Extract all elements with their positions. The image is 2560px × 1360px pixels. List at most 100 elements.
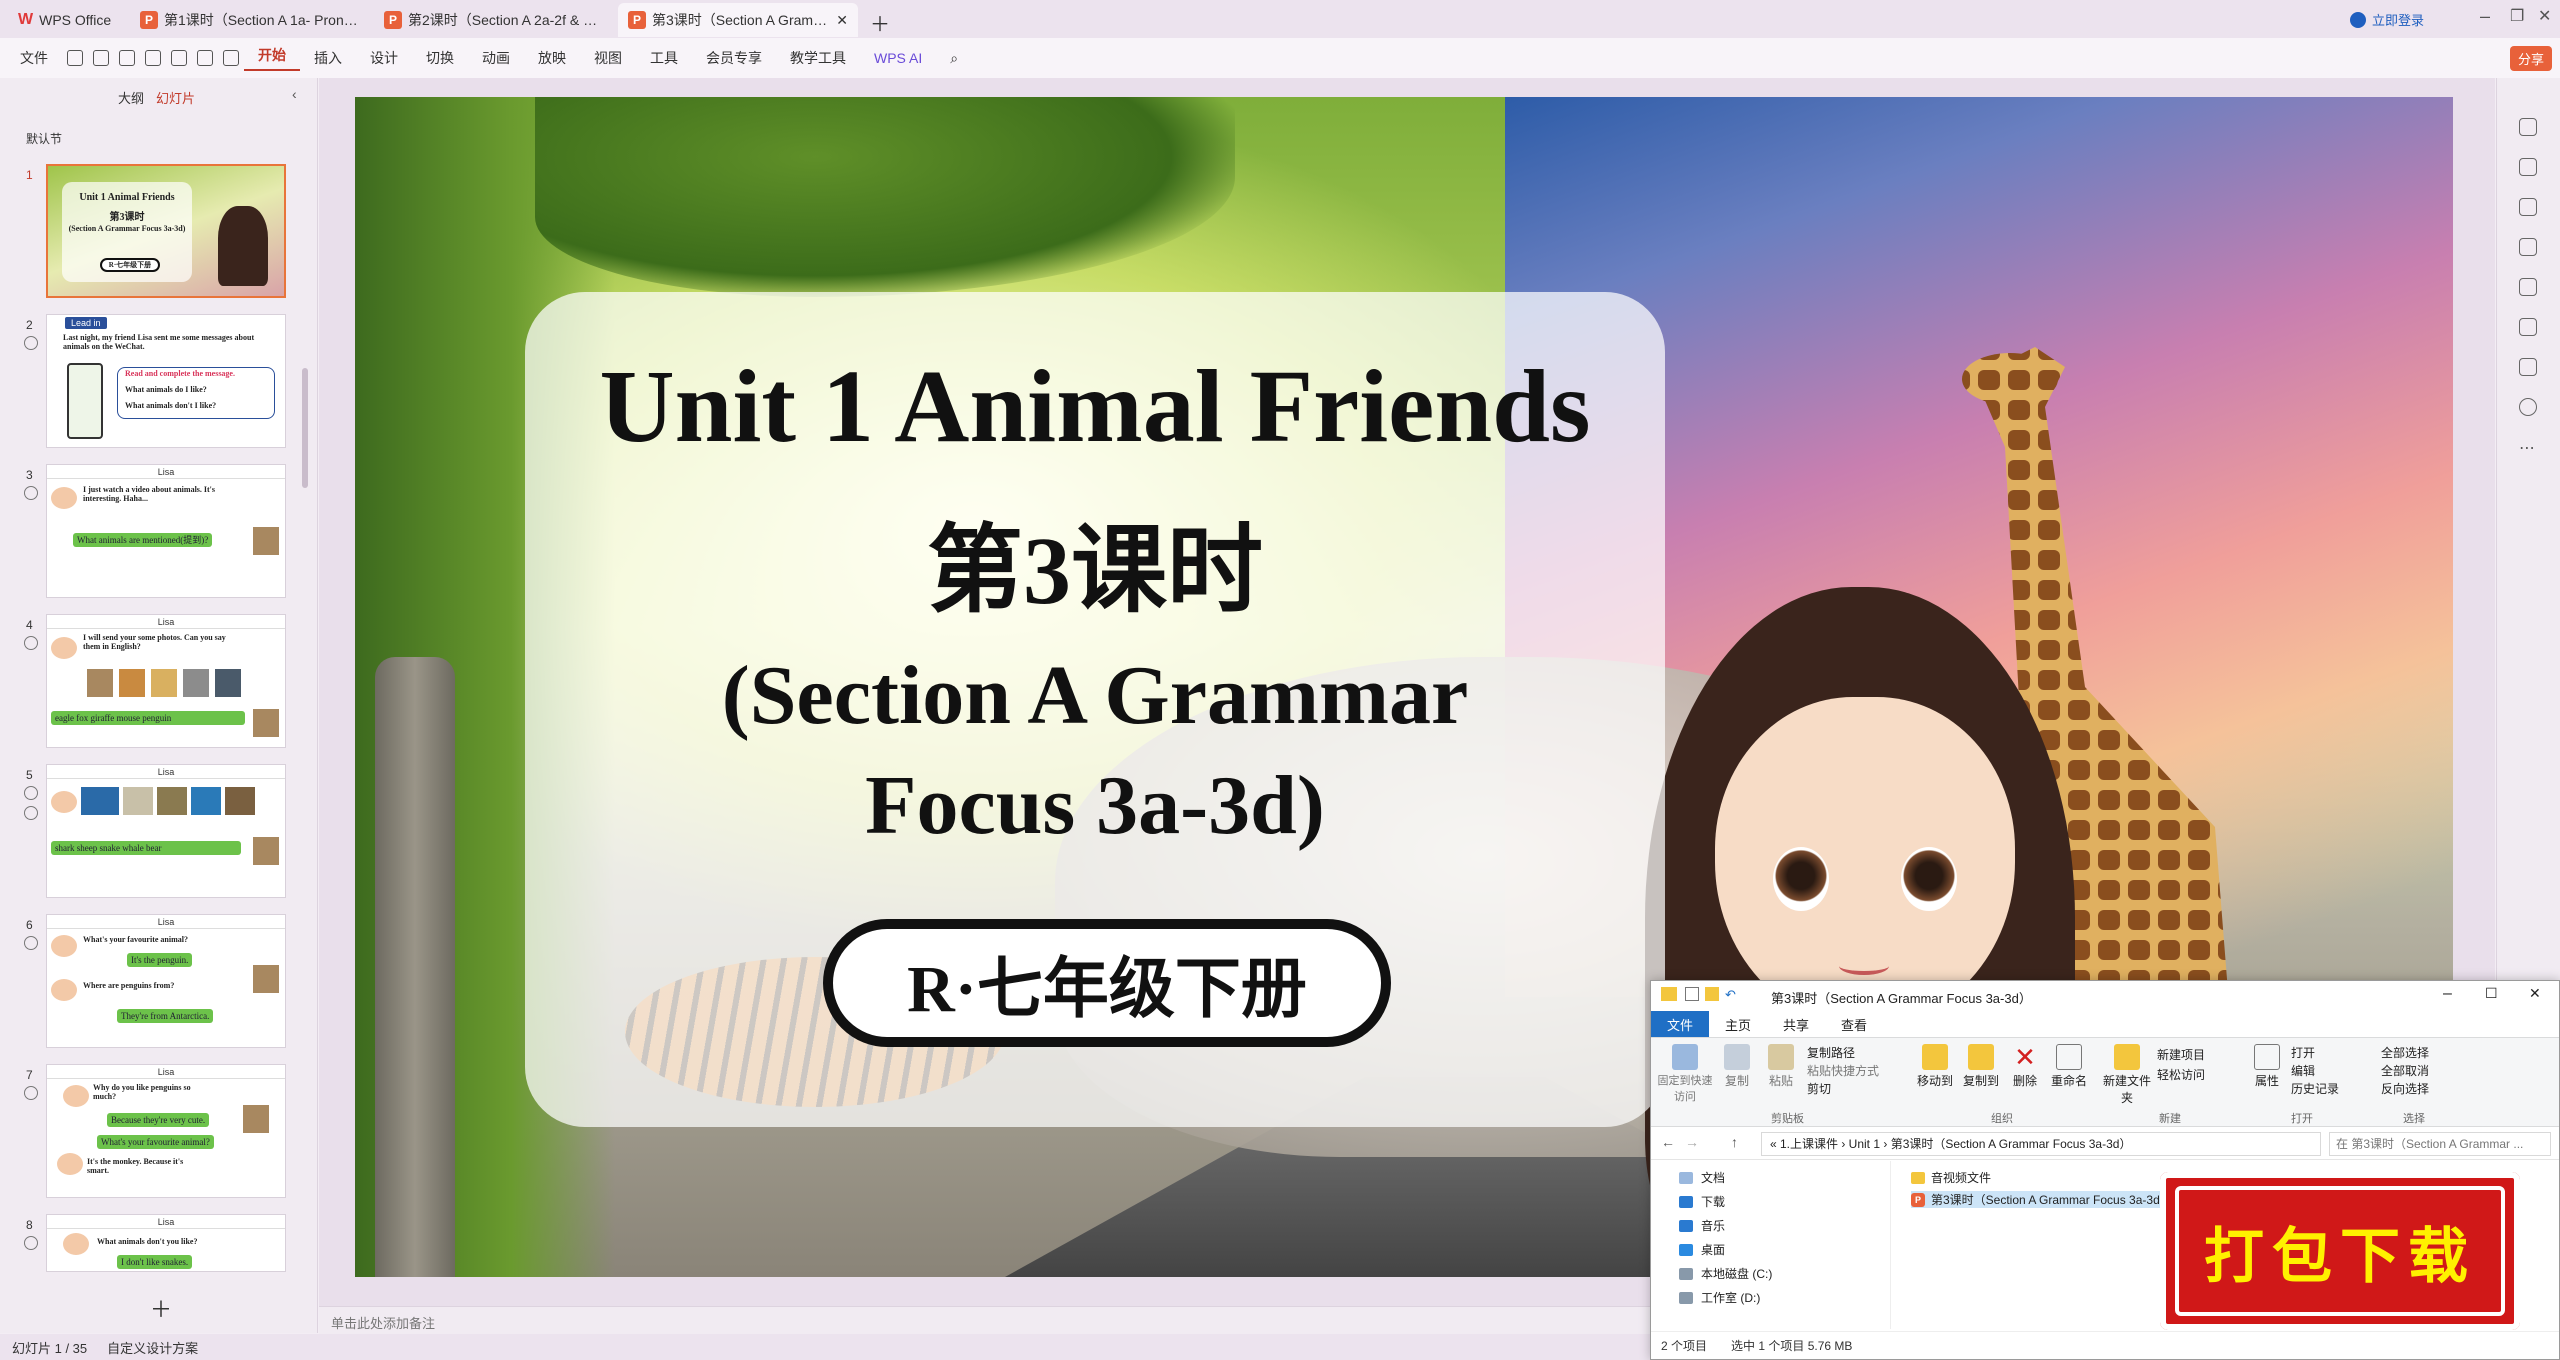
close-icon[interactable]: ✕ [2529,985,2541,1002]
nav-drive-d[interactable]: 工作室 (D:) [1679,1289,1760,1306]
search-icon[interactable]: ⌕ [936,50,972,67]
invert-selection-button[interactable]: 反向选择 [2381,1080,2429,1097]
menu-member[interactable]: 会员专享 [692,48,776,68]
copy-to-button[interactable]: 复制到 [1959,1044,2003,1089]
star-icon[interactable] [24,636,38,650]
design-scheme[interactable]: 自定义设计方案 [107,1338,198,1357]
paste-button[interactable]: 粘贴 [1761,1044,1801,1089]
star-icon[interactable] [24,786,38,800]
undo-icon[interactable]: ↶ [1725,987,1736,1003]
select-all-button[interactable]: 全部选择 [2381,1044,2429,1061]
slide-thumb-5[interactable]: Lisa shark sheep snake whale bear [46,764,286,898]
new-folder-icon[interactable] [1705,987,1719,1001]
slide-thumb-7[interactable]: Lisa Why do you like penguins so much? B… [46,1064,286,1198]
help-icon[interactable] [2519,398,2537,416]
restore-icon[interactable]: ❐ [2510,6,2524,26]
menu-transition[interactable]: 切换 [412,48,468,68]
move-to-button[interactable]: 移动到 [1913,1044,1957,1089]
menu-design[interactable]: 设计 [356,48,412,68]
slide-thumb-4[interactable]: Lisa I will send your some photos. Can y… [46,614,286,748]
more-icon[interactable]: ⋯ [2519,438,2535,458]
properties-icon[interactable] [1685,987,1699,1001]
tab-home[interactable]: 主页 [1709,1011,1767,1037]
search-input[interactable]: 在 第3课时（Section A Grammar ... [2329,1132,2551,1156]
menu-home[interactable]: 开始 [244,45,300,71]
slide-section-line1[interactable]: (Section A Grammar [525,647,1665,744]
slide-title[interactable]: Unit 1 Animal Friends [525,347,1665,466]
shape-icon[interactable] [2519,238,2537,256]
nav-drive-c[interactable]: 本地磁盘 (C:) [1679,1265,1772,1282]
login-button[interactable]: 立即登录 [2350,10,2424,29]
slide-section-line2[interactable]: Focus 3a-3d) [525,757,1665,854]
nav-desktop[interactable]: 桌面 [1679,1241,1725,1258]
magic-icon[interactable] [2519,278,2537,296]
share-button[interactable]: 分享 [2510,46,2553,71]
star-icon[interactable] [24,336,38,350]
new-tab-icon[interactable]: ＋ [870,8,890,37]
star-icon[interactable] [24,1236,38,1250]
collapse-panel-icon[interactable]: ‹ [292,86,297,102]
tab-slides[interactable]: 幻灯片 [156,88,195,107]
tab-share[interactable]: 共享 [1767,1011,1825,1037]
doc-tab-2[interactable]: P 第2课时（Section A 2a-2f & Pronunciation） [374,3,614,37]
easy-access-button[interactable]: 轻松访问 [2157,1066,2205,1083]
nav-music[interactable]: 音乐 [1679,1217,1725,1234]
redo-icon[interactable] [197,50,213,66]
copy-button[interactable]: 复制 [1717,1044,1757,1089]
doc-tab-3-active[interactable]: P 第3课时（Section A Grammar Focus 3a-3d） ✕ [618,3,858,37]
audio-icon[interactable] [24,806,38,820]
menu-file[interactable]: 文件 [0,48,62,68]
menu-animation[interactable]: 动画 [468,48,524,68]
star-icon[interactable] [24,936,38,950]
menu-tools[interactable]: 工具 [636,48,692,68]
history-button[interactable]: 历史记录 [2291,1080,2339,1097]
minimize-icon[interactable]: – [2443,985,2452,1003]
nav-documents[interactable]: 文档 [1679,1169,1725,1186]
panel-scrollbar[interactable] [302,368,308,488]
maximize-icon[interactable]: ☐ [2485,985,2498,1002]
doc-tab-1[interactable]: P 第1课时（Section A 1a- Pronunciation） [130,3,370,37]
slide-thumb-1[interactable]: Unit 1 Animal Friends 第3课时 (Section A Gr… [46,164,286,298]
menu-slideshow[interactable]: 放映 [524,48,580,68]
copy-path-button[interactable]: 复制路径 [1807,1044,1855,1061]
settings-icon[interactable] [2519,118,2537,136]
properties-button[interactable]: 属性 [2249,1044,2285,1089]
new-item-button[interactable]: 新建项目 [2157,1046,2205,1063]
address-path[interactable]: « 1.上课课件 › Unit 1 › 第3课时（Section A Gramm… [1761,1132,2321,1156]
menu-insert[interactable]: 插入 [300,48,356,68]
star-icon[interactable] [24,486,38,500]
slide-thumb-3[interactable]: Lisa I just watch a video about animals.… [46,464,286,598]
delete-button[interactable]: ✕ 删除 [2007,1044,2043,1089]
close-icon[interactable]: ✕ [836,12,848,29]
star-icon[interactable] [24,1086,38,1100]
edit-button[interactable]: 编辑 [2291,1062,2315,1079]
menu-view[interactable]: 视图 [580,48,636,68]
open-icon[interactable] [93,50,109,66]
copy-icon[interactable] [2519,198,2537,216]
file-item-media-folder[interactable]: 音视频文件 [1911,1169,1991,1186]
preview-icon[interactable] [145,50,161,66]
star-icon[interactable] [2519,158,2537,176]
new-folder-button[interactable]: 新建文件夹 [2103,1044,2151,1106]
pin-quick-access-button[interactable]: 固定到快速访问 [1657,1044,1713,1104]
paste-shortcut-button[interactable]: 粘贴快捷方式 [1807,1062,1879,1079]
rename-button[interactable]: 重命名 [2047,1044,2091,1089]
minimize-icon[interactable]: – [2480,6,2490,27]
menu-wps-ai[interactable]: WPS AI [860,50,936,66]
add-slide-icon[interactable]: ＋ [150,1292,172,1324]
save-icon[interactable] [67,50,83,66]
cut-button[interactable]: 剪切 [1807,1080,1831,1097]
download-banner[interactable]: 打包下载 [2160,1172,2520,1330]
slide-thumb-8[interactable]: Lisa What animals don't you like? I don'… [46,1214,286,1272]
slide-thumb-6[interactable]: Lisa What's your favourite animal? It's … [46,914,286,1048]
tab-view[interactable]: 查看 [1825,1011,1883,1037]
slide-lesson[interactable]: 第3课时 [525,492,1665,631]
select-none-button[interactable]: 全部取消 [2381,1062,2429,1079]
up-icon[interactable]: ↑ [1731,1134,1738,1150]
image-icon[interactable] [2519,318,2537,336]
tab-outline[interactable]: 大纲 [118,88,144,107]
tab-file[interactable]: 文件 [1651,1011,1710,1037]
section-label[interactable]: 默认节 [26,130,62,147]
back-icon[interactable]: ← [1661,1134,1675,1150]
format-painter-icon[interactable] [223,50,239,66]
